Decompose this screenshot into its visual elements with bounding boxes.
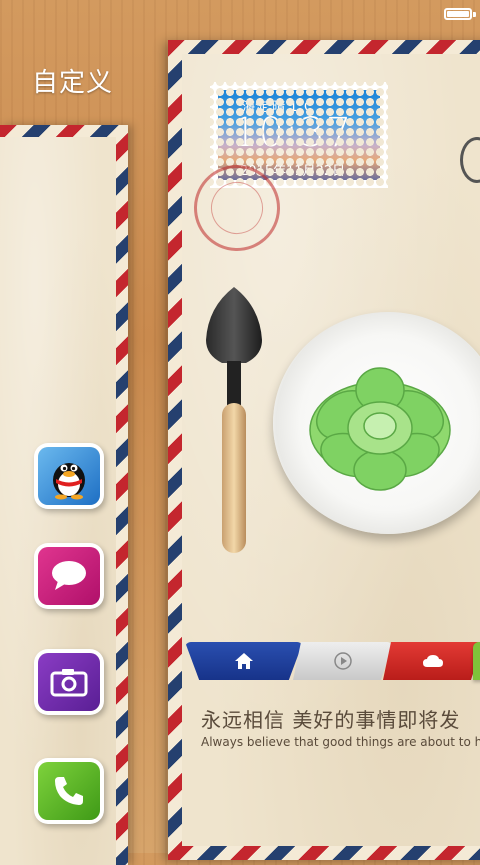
phone-app-icon[interactable] bbox=[38, 762, 100, 820]
camera-icon bbox=[50, 669, 88, 697]
tab-play[interactable] bbox=[293, 642, 393, 680]
quote-english: Always believe that good things are abou… bbox=[201, 735, 480, 749]
quote-chinese: 永远相信 美好的事情即将发 bbox=[201, 708, 461, 732]
messages-app-icon[interactable] bbox=[38, 547, 100, 605]
play-icon bbox=[334, 652, 352, 670]
clock-time: 10:37 bbox=[232, 110, 353, 156]
home-icon bbox=[235, 653, 253, 669]
cloud-icon bbox=[423, 655, 443, 667]
message-bubble-icon bbox=[52, 561, 86, 590]
tab-home[interactable] bbox=[185, 642, 303, 680]
succulent-plant-icon bbox=[309, 367, 451, 491]
battery-icon bbox=[444, 8, 472, 20]
phone-icon bbox=[55, 777, 83, 805]
garden-shovel-icon bbox=[206, 287, 262, 553]
tab-cloud[interactable] bbox=[383, 642, 480, 680]
page-title[interactable]: 自定义 bbox=[32, 62, 113, 99]
camera-app-icon[interactable] bbox=[38, 653, 100, 711]
widget-tab-bar bbox=[183, 642, 480, 682]
tab-green[interactable] bbox=[473, 642, 480, 680]
qq-penguin-icon bbox=[53, 463, 85, 500]
qq-app-icon[interactable] bbox=[38, 447, 100, 505]
battery-tip bbox=[473, 12, 476, 17]
